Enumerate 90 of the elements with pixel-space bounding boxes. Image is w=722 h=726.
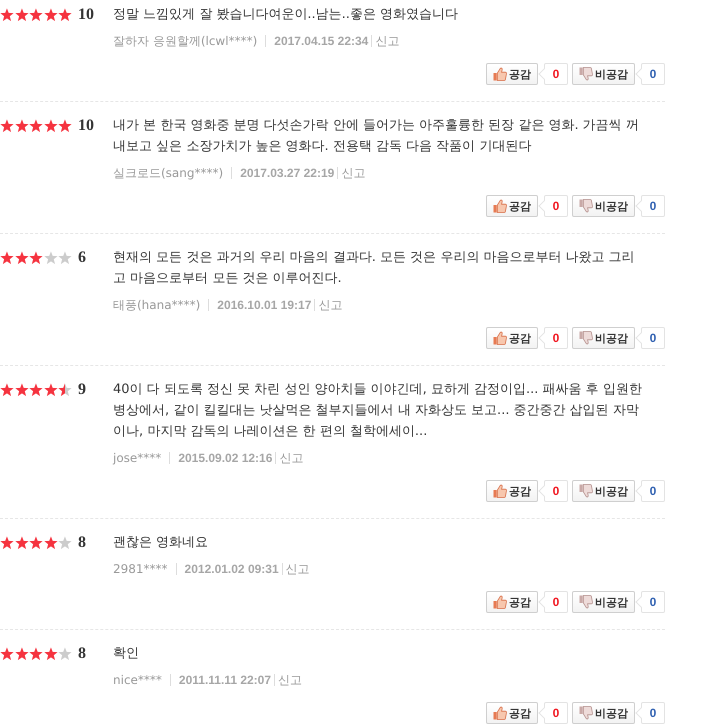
dislike-count: 0 (635, 591, 665, 613)
like-button[interactable]: 공감 (486, 480, 538, 502)
dislike-count: 0 (635, 702, 665, 724)
rating-score: 9 (78, 380, 86, 398)
thumbs-down-icon (579, 331, 593, 345)
thumbs-down-icon (579, 67, 593, 81)
star-icon (44, 250, 58, 264)
like-count: 0 (538, 591, 568, 613)
star-icon (44, 118, 58, 132)
star-icon (29, 8, 44, 22)
author-name: 2981**** (113, 562, 168, 576)
thumbs-up-icon (493, 199, 507, 213)
like-button[interactable]: 공감 (486, 195, 538, 217)
thumbs-up-icon (493, 67, 507, 81)
dislike-count: 0 (635, 195, 665, 217)
star-icon (29, 118, 44, 132)
thumbs-up-icon (493, 484, 507, 498)
star-icon (14, 118, 28, 132)
star-icon (0, 382, 14, 396)
dislike-button[interactable]: 비공감 (572, 63, 635, 85)
star-icon (29, 250, 44, 264)
star-icon (0, 8, 14, 22)
like-count: 0 (538, 702, 568, 724)
like-count: 0 (538, 327, 568, 349)
review-date: 2012.01.02 09:31 (184, 562, 279, 576)
star-icon (14, 250, 28, 264)
review-text: 괜찮은 영화네요 (113, 534, 210, 552)
star-icon (29, 646, 44, 660)
review-text: 내가 본 한국 영화중 분명 다섯손가락 안에 들어가는 아주훌륭한 된장 같은 영화. 가끔씩 꺼내보고 싶은 소장가치가 높은 영화다. 전용택 감독 다음 작품이 기대된다 (113, 117, 640, 156)
author-name: jose**** (113, 451, 162, 465)
dislike-button[interactable]: 비공감 (572, 480, 635, 502)
dislike-button[interactable]: 비공감 (572, 327, 635, 349)
star-icon (58, 8, 72, 22)
star-icon (0, 536, 14, 550)
star-icon (14, 646, 28, 660)
star-icon (0, 250, 14, 264)
like-button[interactable]: 공감 (486, 702, 538, 724)
like-count: 0 (538, 63, 568, 85)
star-icon (14, 536, 28, 550)
star-icon (44, 536, 58, 550)
author-name: nice**** (113, 673, 162, 687)
rating-score: 10 (78, 6, 94, 24)
star-icon (58, 250, 72, 264)
star-icon (44, 382, 58, 396)
star-icon (0, 646, 14, 660)
author-name: 실크로드(sang****) (113, 164, 224, 182)
star-icon (0, 118, 14, 132)
author-name: 잘하자 응원할께(lcwl****) (113, 32, 258, 50)
review-date: 2017.03.27 22:19 (240, 166, 334, 180)
review-date: 2015.09.02 12:16 (178, 451, 272, 465)
like-button[interactable]: 공감 (486, 63, 538, 85)
thumbs-up-icon (493, 595, 507, 609)
thumbs-up-icon (493, 331, 507, 345)
star-icon (44, 646, 58, 660)
star-icon (58, 118, 72, 132)
star-icon (14, 8, 28, 22)
dislike-count: 0 (635, 327, 665, 349)
dislike-count: 0 (635, 63, 665, 85)
like-count: 0 (538, 195, 568, 217)
star-icon (44, 8, 58, 22)
thumbs-down-icon (579, 706, 593, 720)
review-date: 2017.04.15 22:34 (274, 34, 368, 48)
rating-score: 6 (78, 248, 86, 266)
star-icon (14, 382, 28, 396)
thumbs-up-icon (493, 706, 507, 720)
star-icon (29, 382, 44, 396)
rating-score: 8 (78, 644, 86, 662)
like-button[interactable]: 공감 (486, 591, 538, 613)
star-icon (58, 646, 72, 660)
review-date: 2016.10.01 19:17 (217, 298, 312, 312)
review-date: 2011.11.11 22:07 (178, 673, 272, 687)
thumbs-down-icon (579, 595, 593, 609)
like-button[interactable]: 공감 (486, 327, 538, 349)
thumbs-down-icon (579, 484, 593, 498)
dislike-button[interactable]: 비공감 (572, 702, 635, 724)
star-icon (29, 536, 44, 550)
like-count: 0 (538, 480, 568, 502)
review-text: 현재의 모든 것은 과거의 우리 마음의 결과다. 모든 것은 우리의 마음으로부터 나왔고 그리고 마음으로부터 모든 것은 이루어진다. (113, 249, 636, 288)
dislike-button[interactable]: 비공감 (572, 195, 635, 217)
dislike-count: 0 (635, 480, 665, 502)
dislike-button[interactable]: 비공감 (572, 591, 635, 613)
rating-score: 10 (78, 116, 94, 134)
review-text: 정말 느낌있게 잘 봤습니다여운이..남는..좋은 영화였습니다 (113, 6, 460, 24)
author-name: 태풍(hana****) (113, 296, 200, 314)
half-star-icon (58, 382, 72, 396)
star-icon (58, 536, 72, 550)
review-text: 확인 (113, 645, 140, 663)
rating-score: 8 (78, 534, 86, 552)
thumbs-down-icon (579, 199, 593, 213)
review-text: 40이 다 되도록 정신 못 차린 성인 양아치들 이야긴데, 묘하게 감정이입... 패싸움 후 입원한 병상에서, 같이 킬킬대는 낫살먹은 철부지들에서 내 자화상도 보고... 중간중간 삽입된 자막이나, 마지막 감독의 나레이션은 한 편의 철학에세이... (113, 381, 643, 441)
